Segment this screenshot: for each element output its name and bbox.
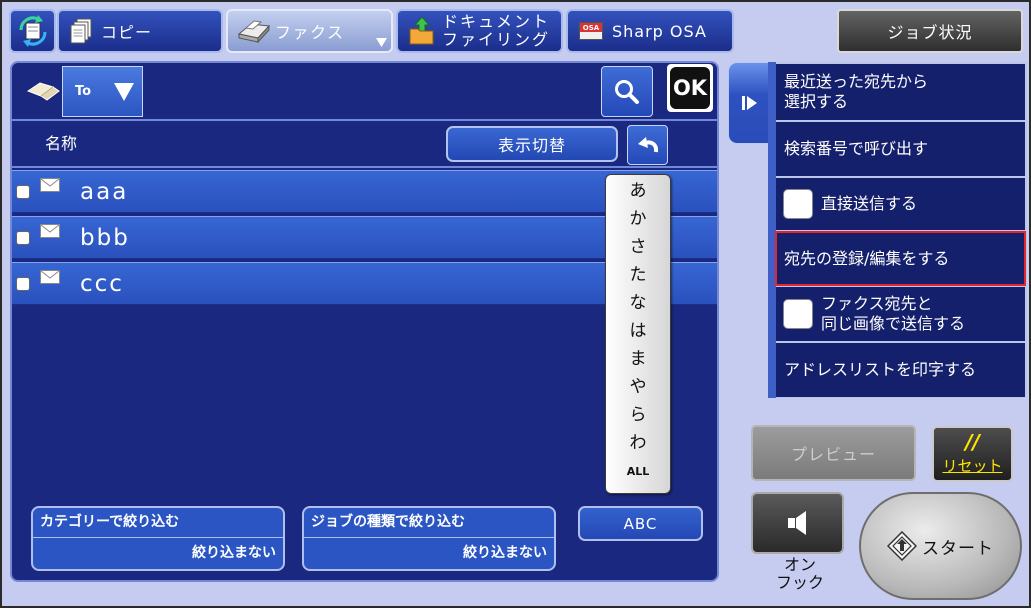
kana-index-bar: あ か さ た な は ま や ら わ ALL: [605, 174, 671, 494]
index-tab-ma[interactable]: ま: [630, 345, 647, 373]
direct-send-checkbox[interactable]: [783, 189, 813, 219]
on-hook-label-line2: フック: [775, 573, 824, 592]
recent-destinations-line2: 選択する: [784, 92, 849, 111]
ok-button[interactable]: OK: [667, 64, 713, 112]
address-name: aaa: [80, 179, 129, 205]
index-tab-ra[interactable]: ら: [630, 401, 647, 429]
osa-icon: OSA: [579, 22, 603, 40]
tab-copy-label: コピー: [101, 23, 153, 42]
reset-mark: //: [965, 430, 980, 454]
recipient-type-label: To: [75, 84, 92, 99]
register-edit-destination-item[interactable]: 宛先の登録/編集をする: [775, 231, 1026, 286]
same-image-send-line2: 同じ画像で送信する: [821, 314, 966, 333]
preview-button[interactable]: プレビュー: [751, 425, 916, 481]
on-hook-label-line1: オン: [783, 555, 816, 574]
speaker-icon: [787, 511, 806, 535]
category-filter-title: カテゴリーで絞り込む: [40, 514, 180, 530]
index-tab-ya[interactable]: や: [630, 373, 647, 401]
index-tab-wa[interactable]: わ: [630, 429, 647, 457]
start-button[interactable]: スタート: [859, 492, 1022, 600]
reset-label: リセット: [942, 457, 1003, 475]
abc-label: ABC: [623, 514, 658, 533]
divider: [12, 119, 717, 121]
row-checkbox[interactable]: [16, 277, 30, 291]
print-address-list-label: アドレスリストを印字する: [784, 360, 977, 379]
ok-label: OK: [670, 67, 710, 109]
envelope-icon: [40, 270, 60, 284]
index-tab-a[interactable]: あ: [630, 177, 647, 205]
envelope-icon: [40, 178, 60, 192]
tab-document-filing-label-line1: ドキュメント: [442, 12, 551, 31]
reset-button[interactable]: // リセット: [932, 426, 1013, 482]
row-checkbox[interactable]: [16, 231, 30, 245]
display-toggle-button[interactable]: 表示切替: [446, 126, 618, 162]
tab-copy[interactable]: コピー: [57, 9, 223, 53]
same-image-send-item[interactable]: ファクス宛先と 同じ画像で送信する: [776, 287, 1025, 341]
copy-icon: [70, 18, 92, 44]
tab-fax[interactable]: ファクス: [226, 9, 393, 53]
register-edit-destination-label: 宛先の登録/編集をする: [784, 248, 950, 268]
same-image-send-line1: ファクス宛先と: [821, 294, 933, 313]
osa-icon-text: OSA: [582, 24, 600, 32]
preview-label: プレビュー: [790, 445, 876, 464]
row-checkbox[interactable]: [16, 185, 30, 199]
recipient-type-dropdown[interactable]: To: [62, 66, 143, 117]
search-icon: [615, 79, 639, 104]
direct-send-label: 直接送信する: [821, 194, 918, 213]
home-icon: [18, 15, 47, 47]
job-type-filter-button[interactable]: ジョブの種類で絞り込む 絞り込まない: [302, 506, 556, 571]
job-type-filter-value: 絞り込まない: [463, 545, 547, 561]
envelope-icon: [40, 224, 60, 238]
search-number-item[interactable]: 検索番号で呼び出す: [776, 122, 1025, 176]
address-name: ccc: [80, 271, 124, 297]
tab-document-filing-label-line2: ファイリング: [442, 30, 551, 49]
tab-dropdown-arrow-icon: [376, 38, 387, 47]
address-name: bbb: [80, 225, 130, 251]
category-filter-button[interactable]: カテゴリーで絞り込む 絞り込まない: [31, 506, 285, 571]
job-status-button[interactable]: ジョブ状況: [837, 9, 1023, 53]
category-filter-value: 絞り込まない: [192, 545, 276, 561]
direct-send-item[interactable]: 直接送信する: [776, 178, 1025, 230]
panel-expand-icon: [742, 96, 757, 110]
print-address-list-item[interactable]: アドレスリストを印字する: [776, 343, 1025, 397]
job-type-filter-title: ジョブの種類で絞り込む: [311, 514, 465, 530]
start-diamond-icon: [887, 531, 917, 561]
search-button[interactable]: [601, 66, 653, 117]
divider: [33, 537, 283, 538]
tab-sharp-osa-label: Sharp OSA: [612, 21, 707, 41]
recent-destinations-item[interactable]: 最近送った宛先から 選択する: [776, 64, 1025, 120]
on-hook-label: オン フック: [760, 556, 840, 592]
recent-destinations-line1: 最近送った宛先から: [784, 72, 929, 91]
start-label: スタート: [922, 538, 994, 559]
name-column-header: 名称: [45, 134, 78, 153]
address-book-icon: [26, 82, 60, 101]
undo-button[interactable]: [627, 125, 668, 165]
chevron-down-icon: [114, 83, 134, 101]
abc-index-button[interactable]: ABC: [578, 506, 703, 541]
index-tab-ha[interactable]: は: [630, 317, 647, 345]
divider: [12, 166, 717, 168]
index-tab-sa[interactable]: さ: [630, 233, 647, 261]
home-button[interactable]: [9, 9, 56, 53]
job-status-label: ジョブ状況: [887, 23, 973, 42]
on-hook-button[interactable]: [751, 492, 844, 554]
tab-document-filing[interactable]: ドキュメント ファイリング: [396, 9, 563, 53]
tab-sharp-osa[interactable]: OSA Sharp OSA: [566, 9, 734, 53]
folder-upload-icon: [409, 17, 435, 45]
index-tab-na[interactable]: な: [630, 289, 647, 317]
tab-fax-label: ファクス: [275, 23, 345, 42]
action-panel-toggle[interactable]: [728, 62, 772, 144]
undo-icon: [637, 137, 658, 153]
tab-document-filing-label: ドキュメント ファイリング: [442, 13, 550, 49]
divider: [304, 537, 554, 538]
search-number-label: 検索番号で呼び出す: [784, 139, 929, 158]
index-tab-all[interactable]: ALL: [627, 457, 650, 487]
index-tab-ka[interactable]: か: [630, 205, 647, 233]
same-image-send-checkbox[interactable]: [783, 299, 813, 329]
index-tab-ta[interactable]: た: [630, 261, 647, 289]
fax-icon: [237, 19, 271, 43]
display-toggle-label: 表示切替: [497, 136, 566, 155]
